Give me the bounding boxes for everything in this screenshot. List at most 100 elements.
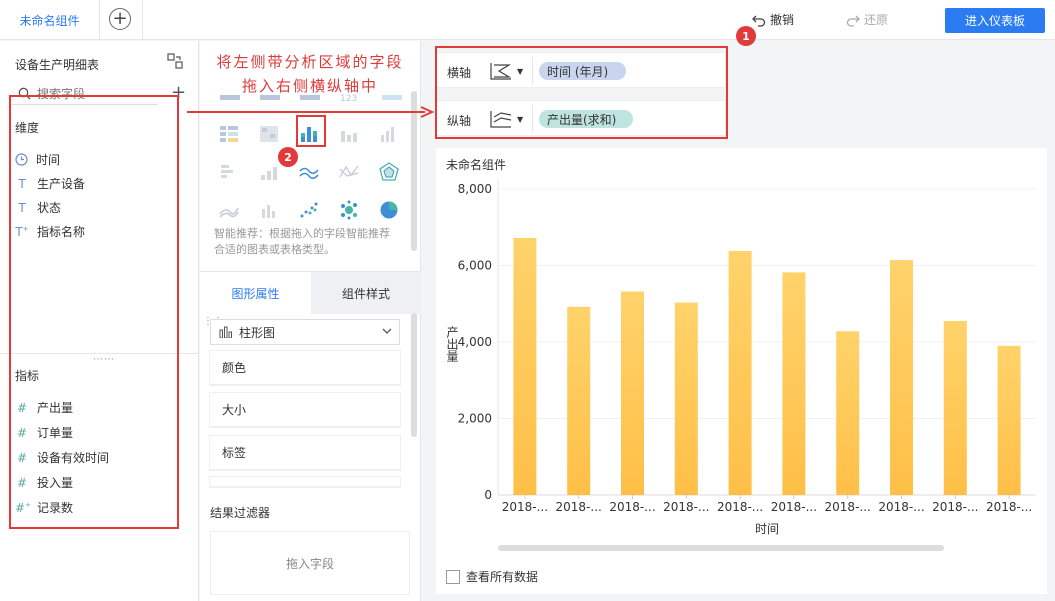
- add-tab-button[interactable]: +: [109, 8, 131, 30]
- tab-component-style[interactable]: 组件样式: [311, 272, 421, 314]
- y-tick-label: 0: [484, 488, 492, 502]
- chart-type-panel: 123 智能推荐：根据拖入的字段智能推荐合适的图表或表格类型。 图形属性 组件样…: [200, 41, 421, 601]
- smart-suggestion-text: 智能推荐：根据拖入的字段智能推荐合适的图表或表格类型。: [214, 227, 390, 256]
- bar: [836, 331, 860, 495]
- y-axis-label: 纵轴: [447, 114, 472, 128]
- radar-chart-icon[interactable]: [376, 159, 402, 185]
- annotation-line-2: 拖入右侧横纵轴中: [241, 77, 378, 95]
- axis-divider: [532, 105, 533, 133]
- dimension-item-device[interactable]: T 生产设备: [15, 175, 85, 192]
- x-axis-type-icon[interactable]: [489, 61, 513, 81]
- y-tick-label: 8,000: [458, 182, 492, 196]
- tab-divider: [142, 0, 143, 40]
- bar: [674, 302, 698, 495]
- view-all-checkbox[interactable]: [446, 569, 460, 584]
- enter-dashboard-button[interactable]: 进入仪表板: [945, 8, 1045, 33]
- search-input[interactable]: [37, 86, 137, 101]
- tab-component[interactable]: 未命名组件: [0, 0, 100, 40]
- dimension-label: 状态: [37, 201, 62, 215]
- measure-section-label: 指标: [15, 369, 40, 383]
- heatmap-chart-icon[interactable]: [256, 121, 282, 147]
- bar-chart-icon[interactable]: [336, 121, 362, 147]
- view-all-label: 查看所有数据: [466, 570, 539, 584]
- y-tick-label: 6,000: [458, 259, 492, 273]
- x-axis-field-pill[interactable]: 时间 (年月): [539, 62, 626, 80]
- add-field-button[interactable]: +: [171, 82, 186, 103]
- dimension-item-indicator-name[interactable]: T+ 指标名称: [15, 223, 85, 240]
- hash-icon: #: [16, 425, 28, 440]
- search-field[interactable]: [12, 83, 158, 105]
- bar: [782, 272, 806, 495]
- y-axis-field-pill[interactable]: 产出量(求和): [539, 110, 633, 128]
- dimension-label: 时间: [36, 153, 61, 167]
- stacked-table-icon[interactable]: [216, 159, 242, 185]
- measure-label: 订单量: [37, 426, 74, 440]
- dataset-switch-icon[interactable]: [167, 53, 183, 69]
- x-tick-label: 2018-...: [502, 500, 548, 514]
- measure-label: 设备有效时间: [37, 451, 110, 465]
- y-axis-row: 纵轴 ▼ 产出量(求和): [436, 100, 726, 136]
- dimension-item-time[interactable]: 时间: [15, 151, 60, 168]
- prop-tooltip[interactable]: 提示: [210, 477, 400, 487]
- bar: [513, 237, 537, 495]
- prop-size[interactable]: 大小: [210, 393, 400, 427]
- dimension-label: 指标名称: [37, 225, 86, 239]
- dataset-title: 设备生产明细表: [15, 58, 100, 72]
- line-chart-icon[interactable]: [296, 159, 322, 185]
- redo-icon: [846, 15, 860, 27]
- measure-item-record-count[interactable]: #+ 记录数: [15, 499, 73, 516]
- property-scrollbar[interactable]: [411, 313, 417, 437]
- bar: [567, 306, 591, 495]
- bubble-cluster-icon[interactable]: [336, 197, 362, 223]
- bar: [943, 320, 967, 495]
- redo-button[interactable]: 还原: [846, 11, 888, 28]
- grouped-bar-chart-icon[interactable]: [296, 121, 322, 147]
- undo-button[interactable]: 撤销: [752, 11, 794, 28]
- measure-item-output[interactable]: # 产出量: [15, 399, 73, 416]
- scatter-chart-icon[interactable]: [296, 197, 322, 223]
- measure-label: 记录数: [37, 501, 74, 515]
- measure-item-orders[interactable]: # 订单量: [15, 424, 73, 441]
- small-bar-chart-icon[interactable]: [256, 197, 282, 223]
- tab-graph-properties[interactable]: 图形属性: [200, 272, 311, 314]
- area-bar-chart-icon[interactable]: [256, 159, 282, 185]
- dimension-section-label: 维度: [15, 121, 40, 135]
- chevron-down-icon: [382, 328, 392, 334]
- dimension-item-status[interactable]: T 状态: [15, 199, 61, 216]
- filter-drop-zone[interactable]: 拖入字段: [210, 531, 410, 595]
- clock-icon: [15, 153, 28, 166]
- view-all-data-toggle[interactable]: 查看所有数据: [446, 568, 538, 585]
- annotation-badge-1: 1: [736, 26, 756, 46]
- annotation-badge-2: 2: [278, 147, 298, 167]
- annotation-line-1: 将左侧带分析区域的字段: [216, 53, 404, 71]
- table-chart-icon[interactable]: [216, 121, 242, 147]
- prop-color[interactable]: 颜色: [210, 351, 400, 385]
- x-tick-label: 2018-...: [825, 500, 871, 514]
- bar: [890, 260, 913, 495]
- chart-type-select[interactable]: 柱形图: [210, 319, 400, 345]
- hash-icon: #: [16, 400, 28, 415]
- x-tick-label: 2018-...: [609, 500, 655, 514]
- area-chart-icon[interactable]: [216, 197, 242, 223]
- search-icon: [18, 87, 31, 100]
- text-type-icon: T: [18, 176, 26, 191]
- text-type-icon: T: [18, 200, 26, 215]
- x-tick-label: 2018-...: [932, 500, 978, 514]
- radar-line-icon[interactable]: [336, 159, 362, 185]
- prop-label[interactable]: 标签: [210, 436, 400, 470]
- column-chart-icon[interactable]: [376, 121, 402, 147]
- x-axis-caret-icon[interactable]: ▼: [517, 67, 523, 76]
- measure-item-input[interactable]: # 投入量: [15, 474, 73, 491]
- y-axis-type-icon[interactable]: [489, 109, 513, 129]
- bar: [728, 250, 752, 495]
- y-axis-caret-icon[interactable]: ▼: [517, 115, 523, 124]
- chart-horizontal-scrollbar[interactable]: [498, 545, 944, 551]
- text-calc-icon: T+: [15, 224, 29, 239]
- measure-item-uptime[interactable]: # 设备有效时间: [15, 449, 109, 466]
- bar: [997, 345, 1021, 495]
- x-axis-row: 横轴 ▼ 时间 (年月): [436, 52, 726, 88]
- pie-chart-icon[interactable]: [376, 197, 402, 223]
- splitter-grip-icon[interactable]: ⋯⋯: [93, 354, 115, 365]
- undo-label: 撤销: [770, 13, 795, 27]
- result-filter-title: 结果过滤器: [210, 506, 271, 520]
